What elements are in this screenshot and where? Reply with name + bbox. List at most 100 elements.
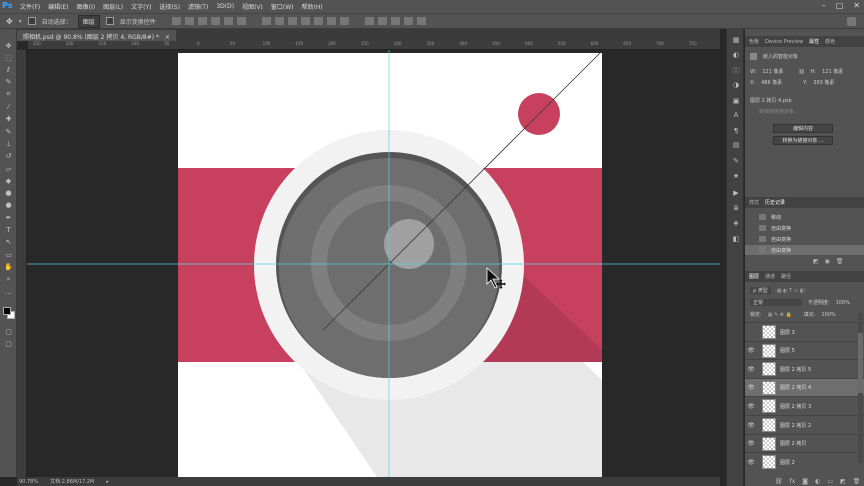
character-panel-icon[interactable]: A: [731, 111, 741, 120]
distribute-3-icon[interactable]: [287, 17, 297, 25]
type-icon[interactable]: T: [3, 226, 14, 235]
visibility-eye-icon[interactable]: 👁: [745, 347, 757, 354]
visibility-eye-icon[interactable]: 👁: [745, 366, 757, 373]
3d-pan-icon[interactable]: [390, 17, 400, 25]
timeline-panel-icon[interactable]: ◈: [731, 219, 741, 228]
eyedropper-icon[interactable]: ⁄: [3, 103, 14, 112]
menu-layer[interactable]: 图层(L): [103, 2, 123, 11]
align-left-icon[interactable]: [210, 17, 220, 25]
tab-properties[interactable]: 属性: [809, 38, 819, 45]
link-layers-icon[interactable]: ⛓: [775, 478, 783, 485]
layer-row[interactable]: 👁 图层 2 拷贝 3: [745, 396, 864, 415]
layer-row[interactable]: 图层 3: [745, 322, 864, 341]
3d-scale-icon[interactable]: [416, 17, 426, 25]
menu-edit[interactable]: 编辑(E): [48, 2, 68, 11]
distribute-4-icon[interactable]: [300, 17, 310, 25]
menu-type[interactable]: 文字(Y): [131, 2, 151, 11]
auto-select-dropdown[interactable]: 图层: [77, 14, 100, 28]
fill-value[interactable]: 100%: [821, 312, 835, 318]
close-icon[interactable]: ✕: [853, 1, 860, 10]
history-panel-icon[interactable]: ▦: [731, 36, 741, 45]
brush-icon[interactable]: ✎: [3, 127, 14, 136]
tab-device-preview[interactable]: Device Preview: [765, 39, 803, 45]
stamp-icon[interactable]: ⊥: [3, 139, 14, 148]
visibility-eye-icon[interactable]: 👁: [745, 422, 757, 429]
y-value[interactable]: 393 像素: [813, 79, 834, 86]
zoom-level[interactable]: 90.78%: [19, 479, 38, 485]
info-panel-icon[interactable]: ⓘ: [731, 66, 741, 75]
layer-row-selected[interactable]: 👁 图层 2 拷贝 4: [745, 377, 864, 397]
menu-3d[interactable]: 3D(D): [216, 3, 234, 10]
visibility-eye-icon[interactable]: 👁: [745, 459, 757, 466]
layer-row[interactable]: 👁 图层 2 拷贝 5: [745, 359, 864, 378]
tab-history[interactable]: 历史记录: [765, 199, 785, 206]
distribute-1-icon[interactable]: [261, 17, 271, 25]
tab-layers[interactable]: 图层: [749, 273, 759, 280]
history-item[interactable]: 自由变换: [745, 234, 864, 244]
navigator-panel-icon[interactable]: ▣: [731, 97, 741, 106]
history-item[interactable]: 自由变换: [745, 223, 864, 233]
layer-row[interactable]: 👁 图层 5: [745, 340, 864, 360]
pen-icon[interactable]: ✒: [3, 213, 14, 222]
more-icon[interactable]: …: [3, 287, 14, 296]
ruler-horizontal[interactable]: 250 200 150 100 50 0 50 100 150 200 250 300 350 400 45…: [28, 41, 720, 50]
channels-panel-icon[interactable]: ◧: [731, 235, 741, 244]
maximize-icon[interactable]: ▢: [836, 1, 844, 10]
h-value[interactable]: 121 像素: [822, 68, 843, 75]
tab-channels[interactable]: 通道: [765, 273, 775, 280]
menu-select[interactable]: 选择(S): [159, 2, 180, 11]
document-tab[interactable]: 照相机.psd @ 90.8% (图层 2 拷贝 4, RGB/8#) * ×: [17, 30, 176, 41]
3d-slide-icon[interactable]: [403, 17, 413, 25]
status-arrow-icon[interactable]: ▸: [106, 479, 109, 485]
new-document-icon[interactable]: ◩: [813, 258, 819, 265]
align-hcenter-icon[interactable]: [223, 17, 233, 25]
opacity-value[interactable]: 100%: [836, 300, 850, 306]
filter-dropdown[interactable]: ρ 类型: [750, 287, 771, 294]
blend-mode-dropdown[interactable]: 正常: [750, 299, 802, 306]
tool-preset-chevron-icon[interactable]: ▾: [19, 18, 22, 25]
dodge-icon[interactable]: ●: [3, 201, 14, 210]
x-value[interactable]: 486 像素: [761, 79, 797, 86]
trash-icon[interactable]: 🗑: [836, 258, 844, 265]
foreground-color-swatch[interactable]: [3, 307, 11, 315]
crop-icon[interactable]: ⌗: [3, 90, 14, 99]
menu-file[interactable]: 文件(F): [20, 2, 40, 11]
menu-view[interactable]: 视图(V): [242, 2, 263, 11]
minimize-icon[interactable]: –: [822, 1, 826, 10]
screen-mode-icon[interactable]: ▢: [3, 339, 14, 348]
visibility-eye-icon[interactable]: 👁: [745, 440, 757, 447]
menu-window[interactable]: 窗口(W): [271, 2, 294, 11]
camera-icon[interactable]: ◉: [825, 258, 830, 265]
properties-panel-icon[interactable]: ◐: [731, 51, 741, 60]
quick-select-icon[interactable]: ✎: [3, 78, 14, 87]
tab-close-icon[interactable]: ×: [165, 34, 170, 41]
group-folder-icon[interactable]: ▭: [827, 478, 833, 485]
distribute-6-icon[interactable]: [326, 17, 336, 25]
align-vcenter-icon[interactable]: [184, 17, 194, 25]
brush-panel-icon[interactable]: ✎: [731, 157, 741, 166]
tab-color[interactable]: 颜色: [825, 38, 835, 45]
marquee-icon[interactable]: ⬚: [3, 53, 14, 62]
layers-scrollbar[interactable]: [858, 313, 863, 463]
menu-filter[interactable]: 滤镜(T): [188, 2, 208, 11]
auto-select-checkbox[interactable]: [27, 17, 36, 25]
layer-row[interactable]: 👁 图层 2 拷贝: [745, 433, 864, 453]
3d-roll-icon[interactable]: [377, 17, 387, 25]
convert-linked-button[interactable]: 转换为链接对象 ...: [773, 136, 833, 145]
layer-row[interactable]: 👁 图层 2 拷贝 2: [745, 415, 864, 434]
distribute-5-icon[interactable]: [313, 17, 323, 25]
menu-image[interactable]: 图像(I): [77, 2, 95, 11]
align-right-icon[interactable]: [236, 17, 246, 25]
blur-icon[interactable]: ●: [3, 189, 14, 198]
bucket-icon[interactable]: ◆: [3, 176, 14, 185]
layers-scroll-thumb[interactable]: [858, 333, 863, 393]
move-tool-icon[interactable]: ✥: [6, 17, 13, 26]
styles-panel-icon[interactable]: ★: [731, 172, 741, 181]
filter-icons[interactable]: ▦ ◐ T ▭ ◧: [777, 288, 805, 294]
visibility-eye-icon[interactable]: 👁: [745, 384, 757, 391]
healing-icon[interactable]: ✚: [3, 115, 14, 124]
move-icon[interactable]: ✥: [3, 41, 14, 50]
workspace-icon[interactable]: [847, 17, 856, 26]
edit-contents-button[interactable]: 编辑内容: [773, 124, 833, 133]
tab-swatches[interactable]: 色板: [749, 38, 759, 45]
